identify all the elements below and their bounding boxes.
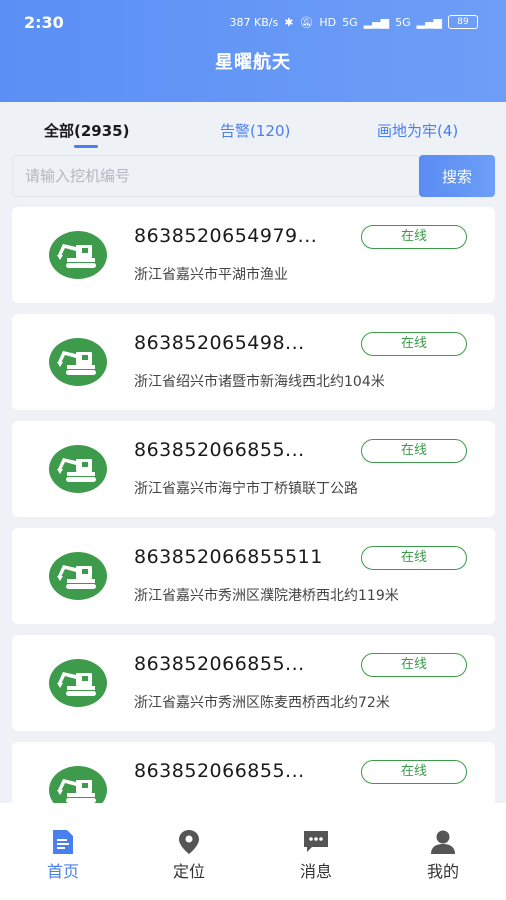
- list-item[interactable]: 863852065498... 在线 浙江省绍兴市诸暨市新海线西北约104米: [12, 314, 495, 410]
- list-item[interactable]: 863852066855511 在线 浙江省嘉兴市秀洲区濮院港桥西北约119米: [12, 528, 495, 624]
- excavator-icon: [49, 659, 107, 707]
- device-address: 浙江省嘉兴市秀洲区陈麦西桥西北约72米: [134, 695, 390, 711]
- status-badge: 在线: [361, 225, 467, 249]
- document-icon: [53, 830, 73, 854]
- tabbar-label: 消息: [299, 862, 332, 881]
- tabbar-label: 我的: [426, 862, 459, 881]
- chat-bubble-icon: [304, 831, 328, 852]
- device-id: 863852066855511: [134, 546, 323, 568]
- tabbar-home[interactable]: 首页: [0, 803, 126, 900]
- list-item[interactable]: 863852066855... 在线 浙江省嘉兴市海宁市丁桥镇联丁公路: [12, 421, 495, 517]
- tab-all[interactable]: 全部(2935): [44, 120, 129, 141]
- search-input[interactable]: [12, 155, 420, 197]
- status-bar: 2:30 387 KB/s ✱ 🔕︎ HD 5G ▂▄▆ 5G ▂▄▆ 89: [0, 0, 506, 44]
- page-title: 星曜航天: [215, 52, 291, 73]
- search-bar: 搜索: [12, 155, 495, 197]
- list-item[interactable]: 863852066855... 在线 浙江省嘉兴市秀洲区陈麦西桥西北约72米: [12, 635, 495, 731]
- app-header: 2:30 387 KB/s ✱ 🔕︎ HD 5G ▂▄▆ 5G ▂▄▆ 89 星…: [0, 0, 506, 102]
- status-time: 2:30: [24, 12, 64, 32]
- device-address: 浙江省绍兴市诸暨市新海线西北约104米: [134, 374, 385, 390]
- signal-bars-icon: ▂▄▆: [363, 15, 390, 29]
- device-id: 863852065498...: [134, 332, 305, 354]
- status-badge: 在线: [361, 653, 467, 677]
- status-badge: 在线: [361, 439, 467, 463]
- signal-1: 5G: [342, 15, 358, 29]
- signal-bars-icon: ▂▄▆: [416, 15, 442, 29]
- device-id: 863852066855...: [134, 439, 305, 461]
- tabbar-profile[interactable]: 我的: [380, 803, 506, 900]
- device-address: 浙江省嘉兴市海宁市丁桥镇联丁公路: [134, 481, 358, 497]
- excavator-icon: [49, 445, 107, 493]
- search-button[interactable]: 搜索: [419, 155, 495, 197]
- device-id: 863852066855...: [134, 760, 305, 782]
- hd-label: HD: [319, 15, 337, 29]
- battery-icon: 89: [448, 15, 478, 29]
- network-speed: 387 KB/s: [229, 15, 279, 29]
- tab-alarm[interactable]: 告警(120): [220, 120, 290, 141]
- bluetooth-icon: ✱: [284, 15, 294, 29]
- device-address: 浙江省嘉兴市平湖市渔业: [134, 267, 288, 283]
- device-address: 浙江省嘉兴市秀洲区濮院港桥西北约119米: [134, 588, 399, 604]
- user-icon: [431, 830, 455, 854]
- active-tab-indicator: [74, 145, 98, 148]
- tabbar-location[interactable]: 定位: [126, 803, 252, 900]
- tabbar-label: 定位: [172, 862, 205, 881]
- status-badge: 在线: [361, 760, 467, 784]
- status-badge: 在线: [361, 332, 467, 356]
- mute-bell-icon: 🔕︎: [299, 15, 314, 29]
- device-id: 863852066855...: [134, 653, 305, 675]
- excavator-icon: [49, 231, 107, 279]
- device-list[interactable]: 8638520654979... 在线 浙江省嘉兴市平湖市渔业 86385206…: [12, 207, 495, 803]
- list-item[interactable]: 863852066855... 在线: [12, 742, 495, 803]
- list-item[interactable]: 8638520654979... 在线 浙江省嘉兴市平湖市渔业: [12, 207, 495, 303]
- status-icons: 387 KB/s ✱ 🔕︎ HD 5G ▂▄▆ 5G ▂▄▆ 89: [230, 15, 478, 29]
- signal-2: 5G: [395, 15, 411, 29]
- filter-tabs: 全部(2935) 告警(120) 画地为牢(4): [0, 102, 506, 152]
- tabbar-label: 首页: [46, 862, 79, 881]
- tab-geofence[interactable]: 画地为牢(4): [377, 120, 458, 141]
- device-id: 8638520654979...: [134, 225, 318, 247]
- excavator-icon: [49, 552, 107, 600]
- tabbar-messages[interactable]: 消息: [253, 803, 379, 900]
- status-badge: 在线: [361, 546, 467, 570]
- bottom-tab-bar: 首页 定位 消息 我的: [0, 803, 506, 900]
- excavator-icon: [49, 338, 107, 386]
- excavator-icon: [49, 766, 107, 803]
- location-pin-icon: [179, 830, 199, 854]
